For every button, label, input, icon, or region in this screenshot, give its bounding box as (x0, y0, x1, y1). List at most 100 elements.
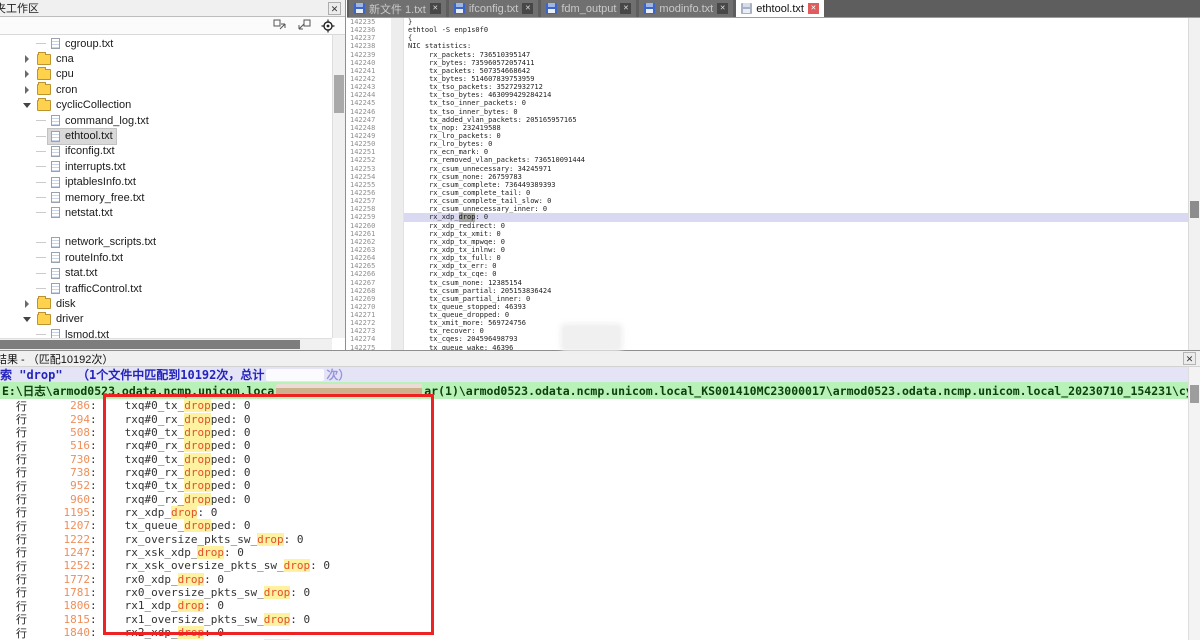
tree-item-cyclicCollection[interactable]: cyclicCollection (0, 98, 332, 113)
match-keyword-highlight: drop (264, 586, 291, 599)
workspace-toolbar (0, 17, 345, 35)
match-row[interactable]: 行1772:rx0_xdp_drop: 0 (0, 572, 1188, 585)
gutter-marker-column (391, 238, 404, 246)
tree-vertical-scrollbar-thumb[interactable] (334, 75, 344, 113)
tree-item-ifconfig-txt[interactable]: ifconfig.txt (0, 144, 332, 159)
tab-fdm-output[interactable]: fdm_output✕ (541, 0, 636, 17)
match-row[interactable]: 行1195:rx_xdp_drop: 0 (0, 506, 1188, 519)
match-row[interactable]: 行286:txq#0_tx_dropped: 0 (0, 399, 1188, 412)
sync-from-editor-icon[interactable] (297, 19, 311, 32)
row-line-number: 1222 (30, 533, 90, 546)
match-row[interactable]: 行1815:rx1_oversize_pkts_sw_drop: 0 (0, 613, 1188, 626)
results-close-icon[interactable]: ✕ (1183, 352, 1196, 365)
tab-modinfo-txt[interactable]: modinfo.txt✕ (639, 0, 733, 17)
row-line-number: 730 (30, 453, 90, 466)
match-text: rxq#0_rx_dropped: 0 (125, 466, 251, 479)
tree-item-driver[interactable]: driver (0, 312, 332, 327)
match-row[interactable]: 行1207:tx_queue_dropped: 0 (0, 519, 1188, 532)
match-row[interactable]: 行1252:rx_xsk_oversize_pkts_sw_drop: 0 (0, 559, 1188, 572)
tree-item-label: cgroup.txt (65, 38, 113, 50)
chevron-right-icon[interactable] (22, 70, 31, 78)
tree-item-iptablesInfo-txt[interactable]: iptablesInfo.txt (0, 175, 332, 190)
tree-item-routeInfo-txt[interactable]: routeInfo.txt (0, 250, 332, 265)
match-text: rx_xsk_oversize_pkts_sw_drop: 0 (125, 559, 330, 572)
line-number: 142245 (347, 99, 391, 107)
tab-ifconfig-txt[interactable]: ifconfig.txt✕ (449, 0, 539, 17)
file-tree[interactable]: cgroup.txtcna cpu croncyclicCollectioncomm… (0, 35, 332, 338)
tree-horizontal-scrollbar[interactable] (0, 338, 332, 350)
match-row[interactable]: 行1781:rx0_oversize_pkts_sw_drop: 0 (0, 586, 1188, 599)
match-pre: txq#0_tx_ (125, 479, 185, 492)
match-list: 行286:txq#0_tx_dropped: 0行294:rxq#0_rx_dr… (0, 399, 1188, 640)
code-line-text: tx_nop: 232419588 (404, 124, 1188, 132)
tree-item-command-log-txt[interactable]: command_log.txt (0, 113, 332, 128)
close-tab-icon[interactable]: ✕ (717, 3, 728, 14)
close-tab-icon[interactable]: ✕ (620, 3, 631, 14)
tree-item-network-scripts-txt[interactable]: network_scripts.txt (0, 235, 332, 250)
line-number: 142260 (347, 222, 391, 230)
tree-item-disk[interactable]: disk (0, 296, 332, 311)
tree-item-labelbox: ifconfig.txt (48, 144, 118, 159)
chevron-right-icon[interactable] (22, 86, 31, 94)
match-row[interactable]: 行1222:rx_oversize_pkts_sw_drop: 0 (0, 532, 1188, 545)
tree-item-ethtool-txt[interactable]: ethtool.txt (0, 128, 332, 143)
close-tab-icon[interactable]: ✕ (522, 3, 533, 14)
tab-ethtool-txt[interactable]: ethtool.txt✕ (736, 0, 824, 17)
match-row[interactable]: 行1247:rx_xsk_xdp_drop: 0 (0, 546, 1188, 559)
line-number: 142274 (347, 335, 391, 343)
tree-vertical-scrollbar[interactable] (332, 35, 345, 338)
floppy-disk-icon (644, 3, 655, 14)
tree-item-lsmod-txt[interactable]: lsmod.txt (0, 327, 332, 338)
tree-item-interrupts-txt[interactable]: interrupts.txt (0, 159, 332, 174)
tree-item-cpu[interactable]: cpu (0, 67, 332, 82)
close-tab-icon[interactable]: ✕ (430, 3, 441, 14)
editor-content[interactable]: 142235}142236ethtool -S enp1s0f0142237{1… (347, 18, 1188, 350)
sync-to-editor-icon[interactable] (273, 19, 287, 32)
tree-item-cgroup-txt[interactable]: cgroup.txt (0, 36, 332, 51)
close-tab-icon[interactable]: ✕ (808, 3, 819, 14)
match-row[interactable]: 行738:rxq#0_rx_dropped: 0 (0, 466, 1188, 479)
results-header: 结果 - （匹配10192次） ✕ (0, 351, 1200, 367)
code-line-text: tx_packets: 507354668642 (404, 67, 1188, 75)
chevron-right-icon[interactable] (22, 300, 31, 308)
match-row[interactable]: 行960:rxq#0_rx_dropped: 0 (0, 492, 1188, 505)
match-row[interactable]: 行516:rxq#0_rx_dropped: 0 (0, 439, 1188, 452)
code-line-text: tx_xmit_more: 569724756 (404, 319, 1188, 327)
match-row[interactable]: 行952:txq#0_tx_dropped: 0 (0, 479, 1188, 492)
workspace-close-icon[interactable]: ✕ (328, 2, 341, 15)
tab--1-txt[interactable]: 新文件 1.txt✕ (349, 0, 446, 17)
line-number: 142247 (347, 116, 391, 124)
match-row[interactable]: 行1806:rx1_xdp_drop: 0 (0, 599, 1188, 612)
tree-item-cron[interactable]: cron (0, 82, 332, 97)
redaction-blur (563, 326, 620, 349)
match-row[interactable]: 行508:txq#0_tx_dropped: 0 (0, 426, 1188, 439)
gutter-marker-column (391, 42, 404, 50)
match-row[interactable]: 行730:txq#0_tx_dropped: 0 (0, 452, 1188, 465)
chevron-down-icon[interactable] (22, 317, 31, 322)
match-pre: tx_queue_ (125, 519, 185, 532)
tree-item-stat-txt[interactable]: stat.txt (0, 265, 332, 280)
tree-item-trafficControl-txt[interactable]: trafficControl.txt (0, 281, 332, 296)
tree-horizontal-scrollbar-thumb[interactable] (0, 340, 300, 349)
row-line-number: 1772 (30, 573, 90, 586)
locate-file-icon[interactable] (321, 19, 335, 33)
tree-item-cna[interactable]: cna (0, 51, 332, 66)
chevron-right-icon[interactable] (22, 55, 31, 63)
gutter-marker-column (391, 303, 404, 311)
tree-item-labelbox: network_scripts.txt (48, 235, 159, 250)
tree-item-netstat-txt[interactable]: netstat.txt (0, 205, 332, 220)
code-line-text: rx_ecn_mark: 0 (404, 148, 1188, 156)
results-vertical-scrollbar-thumb[interactable] (1190, 385, 1199, 403)
match-row[interactable]: 行294:rxq#0_rx_dropped: 0 (0, 412, 1188, 425)
editor-vertical-scrollbar-thumb[interactable] (1190, 201, 1199, 218)
match-row[interactable]: 行1840:rx2_xdp_drop: 0 (0, 626, 1188, 639)
matched-file-path[interactable]: E:\日志\armod0523.odata.ncmp.unicom.loca a… (0, 382, 1200, 399)
tree-item-label: cpu (56, 68, 74, 80)
results-vertical-scrollbar[interactable] (1188, 367, 1200, 640)
tree-item-memory-free-txt[interactable]: memory_free.txt (0, 190, 332, 205)
gutter-marker-column (391, 327, 404, 335)
match-text: rx1_xdp_drop: 0 (125, 599, 224, 612)
match-text: rx0_xdp_drop: 0 (125, 573, 224, 586)
chevron-down-icon[interactable] (22, 103, 31, 108)
editor-vertical-scrollbar[interactable] (1188, 18, 1200, 350)
